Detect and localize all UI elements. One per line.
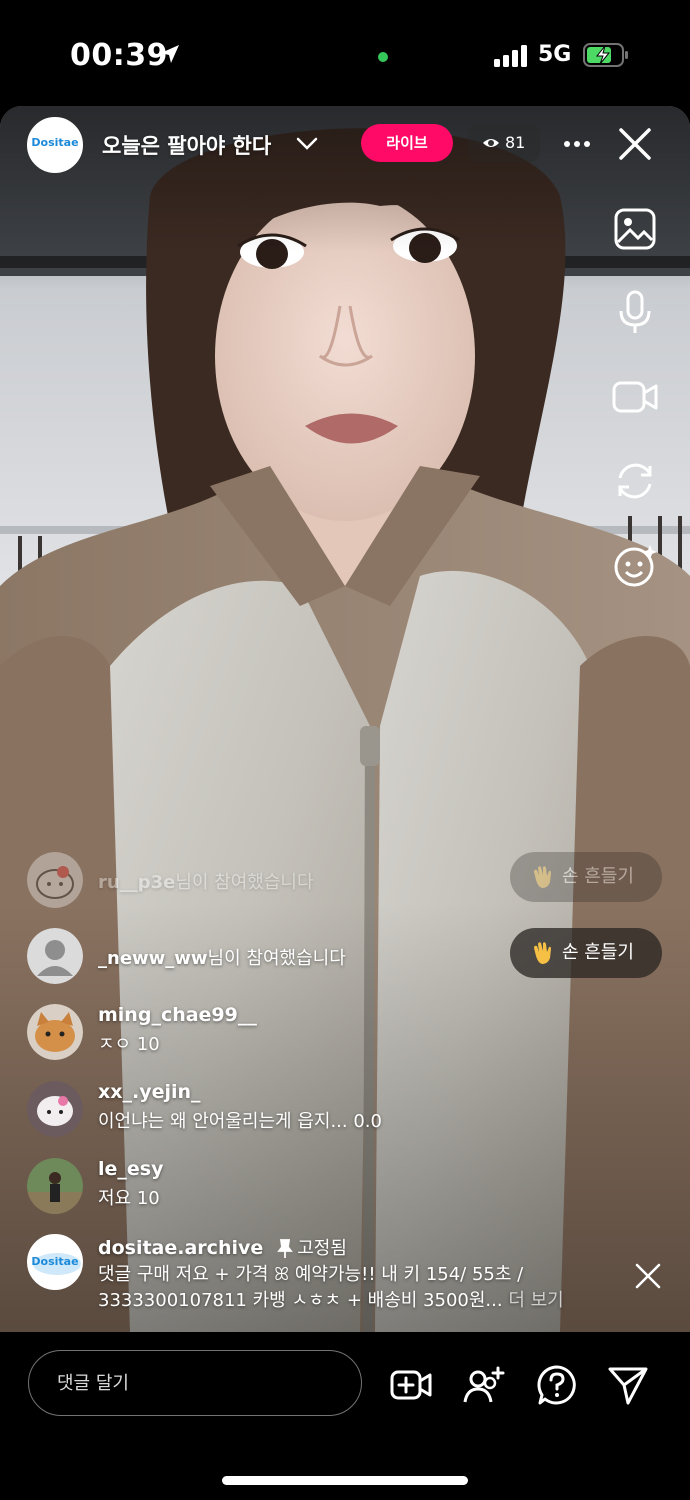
live-title[interactable]: 오늘은 팔아야 한다 (102, 130, 271, 160)
wave-label: 손 흔들기 (562, 942, 634, 963)
camera-in-use-indicator (378, 52, 388, 62)
avatar[interactable] (27, 1004, 83, 1060)
comment-text: ㅈㅇ 10 (98, 1034, 160, 1055)
microphone-icon[interactable] (612, 289, 658, 335)
status-bar: 00:39 5G (0, 0, 690, 108)
live-video-frame (0, 106, 690, 1332)
comment-item: le_esy 저요 10 (27, 1158, 497, 1214)
wave-label: 손 흔들기 (562, 866, 634, 887)
live-video-stage: Dositae 오늘은 팔아야 한다 라이브 81 ru__p3e님이 참여했습… (0, 106, 690, 1332)
chevron-down-icon[interactable] (295, 134, 319, 154)
avatar[interactable] (27, 1158, 83, 1214)
host-avatar[interactable]: Dositae (27, 117, 83, 173)
comment-username[interactable]: ming_chae99__ (98, 1004, 257, 1026)
join-suffix: 님이 참여했습니다 (207, 948, 346, 969)
pinned-logo-text: Dositae (31, 1255, 79, 1268)
battery-charging-icon (583, 43, 628, 67)
invite-users-icon[interactable] (463, 1364, 505, 1406)
close-icon[interactable] (617, 126, 653, 162)
comment-username[interactable]: dositae.archive (98, 1237, 263, 1259)
add-video-guest-icon[interactable] (390, 1364, 432, 1406)
see-more-link[interactable]: 더 보기 (508, 1290, 563, 1311)
join-text: _neww_ww님이 참여했습니다 (98, 944, 346, 970)
signal-bars-icon (494, 45, 527, 67)
unpin-close-icon[interactable] (634, 1262, 662, 1290)
comment-input[interactable] (28, 1350, 362, 1416)
host-logo-text: Dositae (31, 136, 79, 149)
pinned-username: dositae.archive 고정됨 (98, 1234, 347, 1260)
join-text: ru__p3e님이 참여했습니다 (98, 868, 314, 894)
eye-icon (483, 139, 499, 147)
face-effects-icon[interactable] (612, 543, 658, 589)
network-type: 5G (538, 42, 572, 67)
more-options-icon[interactable] (562, 134, 592, 154)
pinned-text-wrap: 댓글 구매 저요 + 가격 ꕤ 예약가능!! 내 키 154/ 55초 / 33… (98, 1262, 618, 1314)
join-notice: _neww_ww님이 참여했습니다 (27, 928, 497, 984)
location-arrow-icon (161, 45, 179, 63)
wave-button-faded[interactable]: 손 흔들기 (510, 852, 662, 902)
comment-text: 이언냐는 왜 안어울리는게 읍지... 0.0 (98, 1111, 382, 1132)
pinned-comment: Dositae dositae.archive 고정됨 댓글 구매 저요 + 가격… (27, 1234, 627, 1324)
send-icon[interactable] (607, 1364, 649, 1406)
join-username[interactable]: ru__p3e (98, 872, 175, 893)
home-indicator[interactable] (222, 1476, 468, 1485)
flip-camera-icon[interactable] (612, 458, 658, 504)
wave-button[interactable]: 손 흔들기 (510, 928, 662, 978)
pinned-text: 댓글 구매 저요 + 가격 ꕤ 예약가능!! 내 키 154/ 55초 / 33… (98, 1264, 524, 1311)
bottom-bar (0, 1332, 690, 1500)
pinned-label: 고정됨 (297, 1238, 347, 1259)
join-username[interactable]: _neww_ww (98, 948, 208, 969)
video-camera-icon[interactable] (612, 374, 658, 420)
comment-username[interactable]: xx_.yejin_ (98, 1081, 201, 1103)
avatar[interactable] (27, 928, 83, 984)
comment-item: xx_.yejin_ 이언냐는 왜 안어울리는게 읍지... 0.0 (27, 1081, 497, 1137)
status-time: 00:39 (70, 38, 168, 73)
avatar[interactable] (27, 1081, 83, 1137)
comment-item: ming_chae99__ ㅈㅇ 10 (27, 1004, 497, 1060)
comment-text: 저요 10 (98, 1188, 160, 1209)
avatar[interactable]: Dositae (27, 1234, 83, 1290)
pinned-label-wrap: 고정됨 (277, 1238, 347, 1259)
join-notice-faded: ru__p3e님이 참여했습니다 (27, 852, 497, 908)
waving-hand-icon (534, 942, 551, 964)
avatar[interactable] (27, 852, 83, 908)
join-suffix: 님이 참여했습니다 (175, 872, 314, 893)
waving-hand-icon (534, 866, 551, 888)
viewer-count-pill[interactable]: 81 (468, 124, 540, 162)
comment-username[interactable]: le_esy (98, 1158, 163, 1180)
question-icon[interactable] (536, 1364, 578, 1406)
pin-icon (277, 1239, 294, 1258)
viewer-count: 81 (505, 133, 526, 152)
gallery-icon[interactable] (612, 206, 658, 252)
live-badge: 라이브 (361, 124, 453, 162)
